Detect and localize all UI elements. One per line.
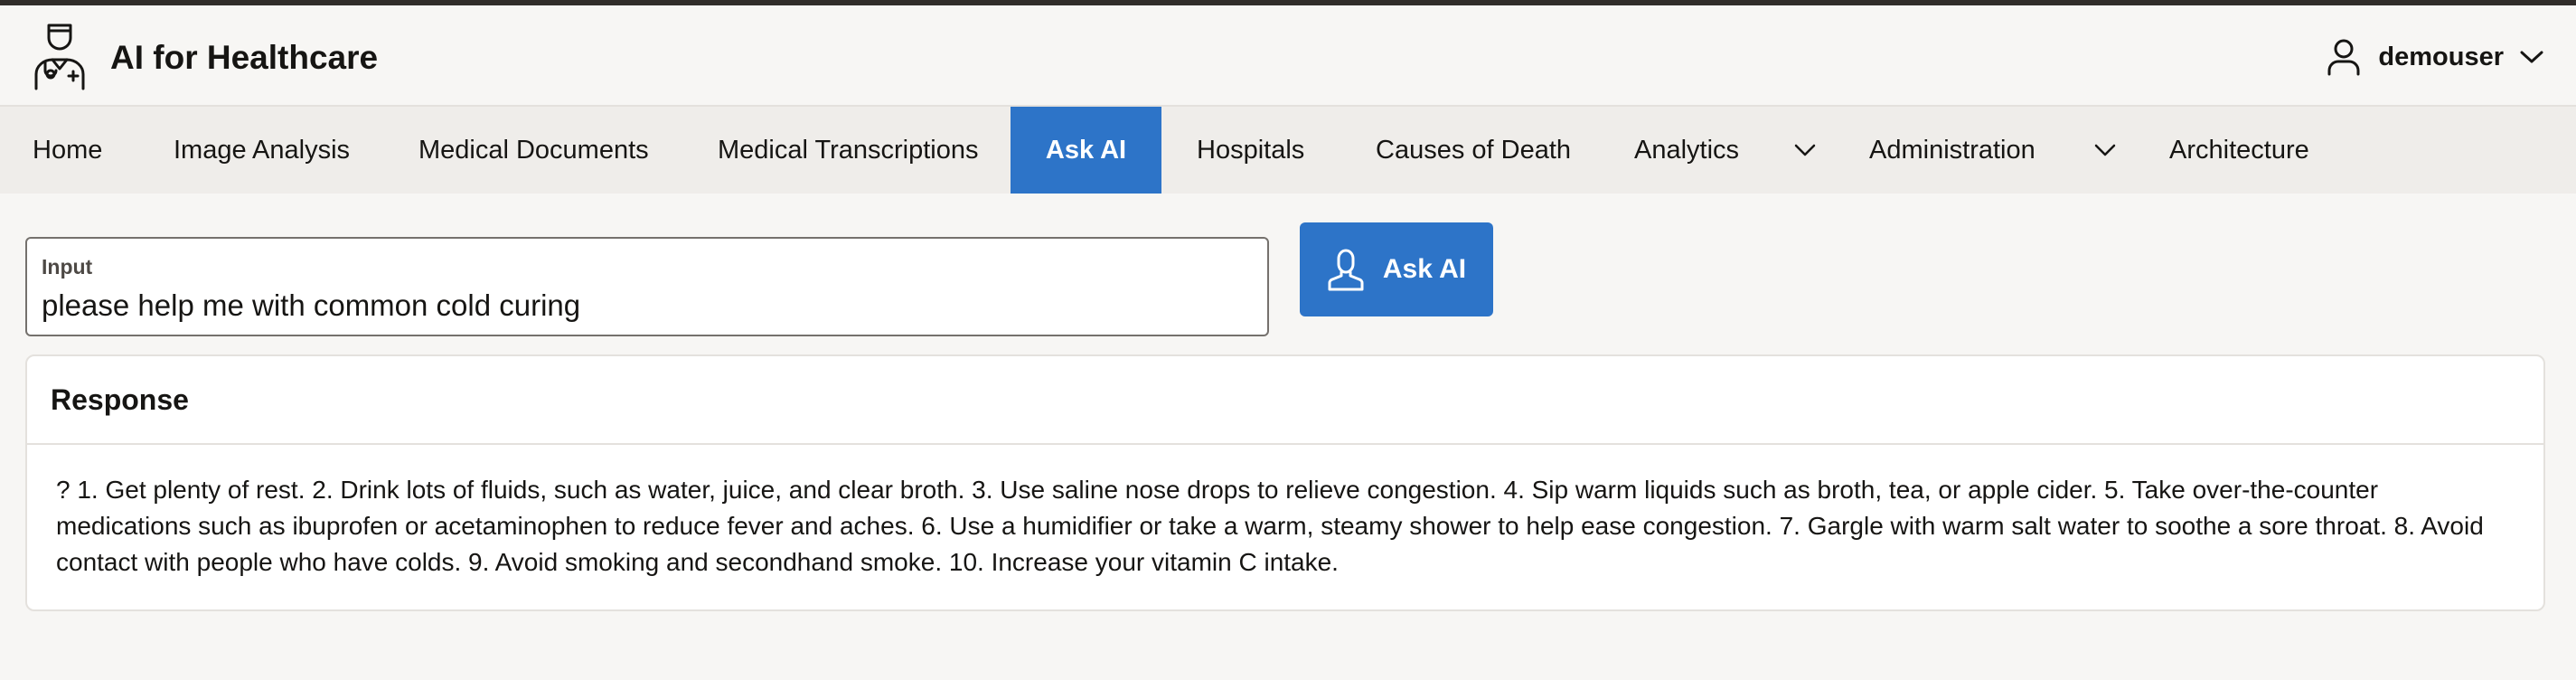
- user-icon: [2326, 38, 2362, 76]
- nav-item-administration[interactable]: Administration: [1869, 107, 2035, 194]
- main-navigation: Home Image Analysis Medical Documents Me…: [0, 107, 2576, 194]
- doctor-icon: [27, 20, 92, 95]
- input-label: Input: [42, 255, 93, 279]
- nav-item-architecture[interactable]: Architecture: [2169, 107, 2309, 194]
- person-icon: [1328, 249, 1364, 291]
- chevron-down-icon: [1794, 144, 1816, 156]
- nav-item-ask-ai[interactable]: Ask AI: [1011, 107, 1161, 194]
- username: demouser: [2378, 42, 2504, 71]
- nav-item-causes-of-death[interactable]: Causes of Death: [1376, 107, 1571, 194]
- nav-item-hospitals[interactable]: Hospitals: [1197, 107, 1304, 194]
- nav-item-medical-transcriptions[interactable]: Medical Transcriptions: [718, 107, 979, 194]
- brand[interactable]: AI for Healthcare: [27, 20, 378, 95]
- response-panel: Response ? 1. Get plenty of rest. 2. Dri…: [25, 354, 2545, 611]
- response-divider: [27, 443, 2543, 445]
- chevron-down-icon: [2094, 144, 2116, 156]
- nav-item-home[interactable]: Home: [33, 107, 102, 194]
- analytics-submenu-toggle[interactable]: [1787, 107, 1823, 194]
- app-title: AI for Healthcare: [110, 38, 379, 76]
- question-input[interactable]: [40, 286, 1253, 326]
- response-text: ? 1. Get plenty of rest. 2. Drink lots o…: [56, 476, 2484, 576]
- user-menu[interactable]: demouser: [2326, 38, 2543, 76]
- nav-item-analytics[interactable]: Analytics: [1634, 107, 1739, 194]
- response-title: Response: [51, 383, 189, 416]
- chevron-down-icon: [2504, 50, 2543, 64]
- nav-item-medical-documents[interactable]: Medical Documents: [418, 107, 649, 194]
- question-input-container[interactable]: Input: [25, 237, 1269, 336]
- ask-ai-button[interactable]: Ask AI: [1300, 222, 1493, 316]
- ask-ai-button-label: Ask AI: [1382, 254, 1467, 284]
- administration-submenu-toggle[interactable]: [2087, 107, 2123, 194]
- app-header: AI for Healthcare demouser: [0, 5, 2576, 107]
- nav-item-image-analysis[interactable]: Image Analysis: [174, 107, 350, 194]
